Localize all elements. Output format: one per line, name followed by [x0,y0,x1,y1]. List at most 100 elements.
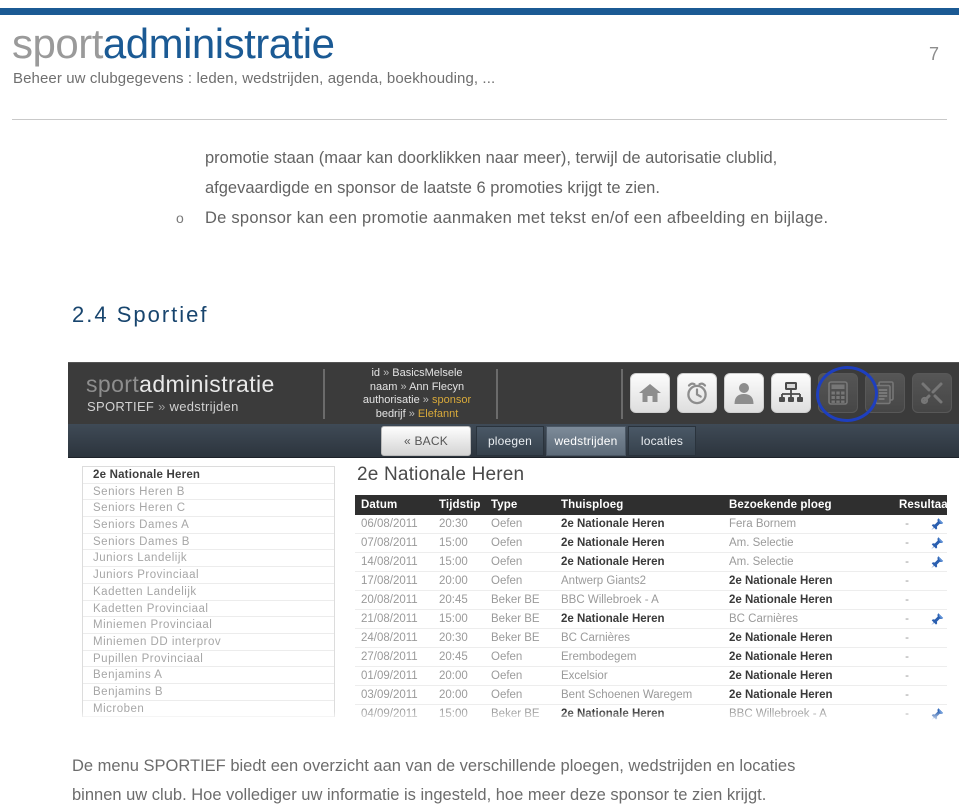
table-row[interactable]: 01/09/2011 20:00 Oefen Excelsior 2e National… [355,666,948,686]
back-button[interactable]: « BACK [381,426,471,456]
pin-icon [931,707,944,720]
cell-pin[interactable] [927,590,948,610]
cell-datum: 04/09/2011 [355,704,433,724]
column-header-type[interactable]: Type [485,495,555,515]
table-row[interactable]: 27/08/2011 20:45 Oefen Erembodegem 2e Nation… [355,647,948,667]
tab-ploegen[interactable]: ploegen [476,426,544,456]
cell-bezoekende-ploeg: 2e Nationale Heren [723,571,893,591]
paragraph-line-2: afgevaardigde en sponsor de laatste 6 pr… [205,179,660,197]
cell-pin[interactable] [927,533,948,553]
app-brand-part2: administratie [139,371,275,397]
cell-thuisploeg: 2e Nationale Heren [555,552,723,572]
user-info-value: sponsor [431,394,472,406]
body-text-block: promotie staan (maar kan doorklikken naa… [0,143,959,233]
footer-line-1: De menu SPORTIEF biedt een overzicht aan… [72,757,796,775]
table-row[interactable]: 17/08/2011 20:00 Oefen Antwerp Giants2 2e Na… [355,571,948,591]
cell-pin[interactable] [927,685,948,705]
table-row[interactable]: 03/09/2011 20:00 Oefen Bent Schoenen Warege… [355,685,948,705]
cell-tijdstip: 20:45 [433,647,485,667]
cell-tijdstip: 15:00 [433,552,485,572]
cell-datum: 14/08/2011 [355,552,433,572]
user-info-row: bedrijf » Elefannt [343,408,491,422]
cell-bezoekende-ploeg: 2e Nationale Heren [723,647,893,667]
column-header-tijdstip[interactable]: Tijdstip [433,495,485,515]
brand-logo: sportadministratie [12,20,335,68]
cell-type: Oefen [485,685,555,705]
tab-wedstrijden[interactable]: wedstrijden [546,426,626,456]
sidebar-item-seniors-heren-c[interactable]: Seniors Heren C [83,500,334,518]
cell-thuisploeg: BC Carnières [555,628,723,648]
sidebar-item-microben[interactable]: Microben [83,701,334,718]
table-row[interactable]: 20/08/2011 20:45 Beker BE BBC Willebroek - … [355,590,948,610]
sidebar-item-benjamins-a[interactable]: Benjamins A [83,667,334,684]
cell-pin[interactable] [927,704,948,724]
cell-pin[interactable] [927,647,948,667]
user-info-row: id » BasicsMelsele [343,367,491,381]
cell-pin[interactable] [927,628,948,648]
app-top-bar: sportadministratie SPORTIEF » wedstrijde… [68,362,959,425]
cell-tijdstip: 20:45 [433,590,485,610]
table-row[interactable]: 06/08/2011 20:30 Oefen 2e Nationale Heren Fe… [355,515,948,534]
cell-thuisploeg: Bent Schoenen Waregem [555,685,723,705]
bullet-list-item: o De sponsor kan een promotie aanmaken m… [0,203,959,233]
footer-line-2: binnen uw club. Hoe vollediger uw inform… [72,786,767,804]
sidebar-item-miniemen-dd-interprov[interactable]: Miniemen DD interprov [83,634,334,651]
sidebar-item-2e-nationale-heren[interactable]: 2e Nationale Heren [83,467,334,484]
tab-locaties[interactable]: locaties [628,426,696,456]
pin-icon [931,517,944,530]
cell-bezoekende-ploeg: Am. Selectie [723,533,893,553]
cell-type: Oefen [485,571,555,591]
sidebar-item-benjamins-b[interactable]: Benjamins B [83,684,334,701]
table-row[interactable]: 24/08/2011 20:30 Beker BE BC Carnières 2e Na… [355,628,948,648]
sidebar-item-kadetten-landelijk[interactable]: Kadetten Landelijk [83,584,334,601]
column-header-datum[interactable]: Datum [355,495,433,515]
sidebar-item-miniemen-provinciaal[interactable]: Miniemen Provinciaal [83,617,334,634]
user-info-row: naam » Ann Flecyn [343,381,491,395]
home-icon[interactable] [630,373,670,413]
bullet-item-text: De sponsor kan een promotie aanmaken met… [205,209,829,227]
cell-thuisploeg: BBC Willebroek - A [555,590,723,610]
cell-type: Beker BE [485,609,555,629]
cell-datum: 21/08/2011 [355,609,433,629]
sidebar-item-kadetten-provinciaal[interactable]: Kadetten Provinciaal [83,601,334,618]
column-header-resultaat[interactable]: Resultaat [893,495,952,515]
cell-pin[interactable] [927,552,948,572]
sidebar-item-pupillen-provinciaal[interactable]: Pupillen Provinciaal [83,651,334,668]
table-row[interactable]: 14/08/2011 15:00 Oefen 2e Nationale Heren Am… [355,552,948,572]
table-row[interactable]: 21/08/2011 15:00 Beker BE 2e Nationale Here… [355,609,948,629]
top-bar-divider-2 [496,369,498,419]
sidebar-item-juniors-provinciaal[interactable]: Juniors Provinciaal [83,567,334,584]
tools-icon[interactable] [912,373,952,413]
cell-resultaat: - [893,609,927,629]
alarm-clock-icon[interactable] [677,373,717,413]
page-number: 7 [928,44,939,64]
cell-tijdstip: 20:00 [433,685,485,705]
org-chart-icon[interactable] [771,373,811,413]
header-divider [12,119,947,120]
top-bar-divider-1 [323,369,325,419]
sidebar-item-seniors-dames-b[interactable]: Seniors Dames B [83,534,334,551]
cell-type: Oefen [485,666,555,686]
cell-pin[interactable] [927,515,948,534]
cell-bezoekende-ploeg: Am. Selectie [723,552,893,572]
cell-tijdstip: 20:30 [433,515,485,534]
cell-pin[interactable] [927,609,948,629]
person-icon[interactable] [724,373,764,413]
table-row[interactable]: 04/09/2011 15:00 Beker BE 2e Nationale Here… [355,704,948,724]
sidebar-item-seniors-heren-b[interactable]: Seniors Heren B [83,484,334,501]
column-header-bezoekende-ploeg[interactable]: Bezoekende ploeg [723,495,893,515]
cell-resultaat: - [893,704,927,724]
cell-type: Oefen [485,647,555,667]
sidebar-item-seniors-dames-a[interactable]: Seniors Dames A [83,517,334,534]
column-header-thuisploeg[interactable]: Thuisploeg [555,495,723,515]
cell-datum: 20/08/2011 [355,590,433,610]
cell-pin[interactable] [927,571,948,591]
table-row[interactable]: 07/08/2011 15:00 Oefen 2e Nationale Heren Am… [355,533,948,553]
document-page: sportadministratie Beheer uw clubgegeven… [0,0,959,807]
cell-tijdstip: 15:00 [433,533,485,553]
user-info-key: naam [369,380,398,393]
cell-datum: 24/08/2011 [355,628,433,648]
sidebar-item-juniors-landelijk[interactable]: Juniors Landelijk [83,550,334,568]
cell-pin[interactable] [927,666,948,686]
cell-tijdstip: 15:00 [433,704,485,724]
